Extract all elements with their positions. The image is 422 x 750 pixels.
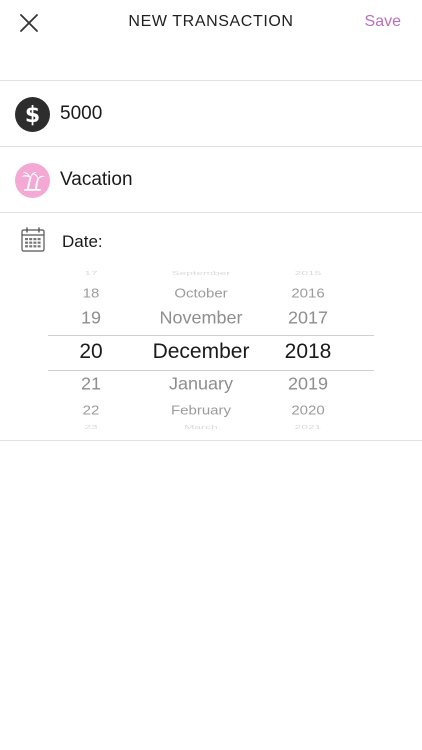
month-option[interactable]: September xyxy=(126,270,276,276)
category-row[interactable]: Vacation xyxy=(0,147,422,211)
date-label: Date: xyxy=(62,232,103,251)
svg-text:$: $ xyxy=(25,103,40,128)
month-wheel[interactable]: September October November December January F… xyxy=(126,270,276,435)
day-option[interactable]: 23 xyxy=(68,424,114,430)
year-option[interactable]: 2020 xyxy=(268,403,348,417)
day-option[interactable]: 17 xyxy=(68,270,114,276)
year-option[interactable]: 2016 xyxy=(268,286,348,300)
month-option[interactable]: February xyxy=(126,403,276,417)
year-option[interactable]: 2021 xyxy=(268,424,348,430)
amount-value[interactable]: 5000 xyxy=(60,103,102,125)
date-picker[interactable]: 17 18 19 20 21 22 23 September October November D… xyxy=(48,270,374,435)
divider xyxy=(0,212,422,213)
divider xyxy=(0,440,422,441)
year-option-selected[interactable]: 2018 xyxy=(268,340,348,364)
month-option[interactable]: November xyxy=(126,309,276,329)
dollar-icon: $ xyxy=(15,97,50,132)
month-option[interactable]: October xyxy=(126,286,276,300)
page-title: NEW TRANSACTION xyxy=(128,13,294,30)
year-option[interactable]: 2019 xyxy=(268,375,348,395)
calendar-icon xyxy=(21,227,45,252)
save-button[interactable]: Save xyxy=(365,13,401,31)
day-option[interactable]: 21 xyxy=(68,375,114,395)
nav-header: NEW TRANSACTION Save xyxy=(0,0,422,46)
day-option[interactable]: 18 xyxy=(68,286,114,300)
month-option[interactable]: March xyxy=(126,424,276,430)
year-option[interactable]: 2017 xyxy=(268,309,348,329)
category-label: Vacation xyxy=(60,169,133,190)
day-option-selected[interactable]: 20 xyxy=(68,340,114,364)
year-option[interactable]: 2015 xyxy=(268,270,348,276)
month-option-selected[interactable]: December xyxy=(126,340,276,364)
day-option[interactable]: 22 xyxy=(68,403,114,417)
amount-row[interactable]: $ 5000 xyxy=(0,81,422,145)
day-wheel[interactable]: 17 18 19 20 21 22 23 xyxy=(68,270,114,435)
day-option[interactable]: 19 xyxy=(68,309,114,329)
month-option[interactable]: January xyxy=(126,375,276,395)
palm-tree-icon xyxy=(15,163,50,198)
year-wheel[interactable]: 2015 2016 2017 2018 2019 2020 2021 xyxy=(268,270,348,435)
